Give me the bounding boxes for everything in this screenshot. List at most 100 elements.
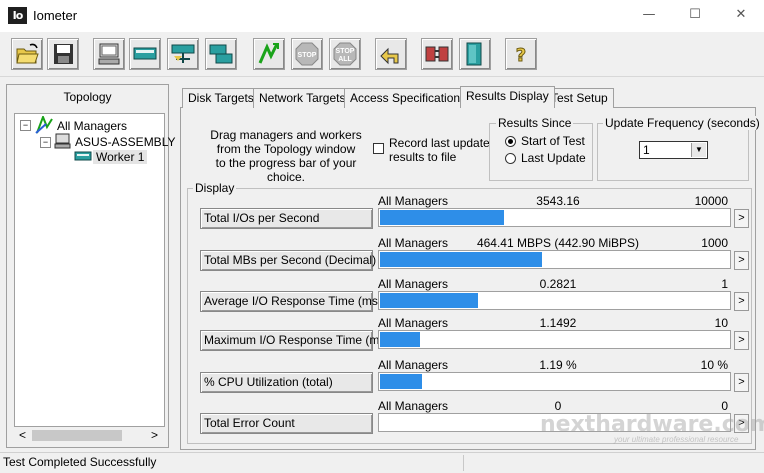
metric-expand-button[interactable]: > <box>734 292 749 311</box>
metric-source-label: All Managers <box>378 316 449 330</box>
reset-workers-icon <box>380 47 399 65</box>
results-since-title: Results Since <box>496 116 574 130</box>
computer-icon <box>54 133 71 149</box>
chevron-down-icon[interactable]: ▼ <box>691 143 706 157</box>
topology-title: Topology <box>63 90 112 104</box>
metric-selector-button[interactable]: Total MBs per Second (Decimal) <box>200 250 376 271</box>
metric-progress-fill <box>380 374 422 389</box>
metric-selector-button[interactable]: Maximum I/O Response Time (ms) <box>200 330 389 351</box>
last-update-radio[interactable] <box>505 153 516 164</box>
record-results-label: Record last update results to file <box>389 136 490 164</box>
tab-access-specifications[interactable]: Access Specifications <box>344 88 473 108</box>
about-button[interactable]: ? <box>505 38 537 70</box>
tree-item-all-managers[interactable]: All Managers <box>57 119 127 133</box>
scroll-left-arrow[interactable]: < <box>19 428 26 442</box>
metric-progress-fill <box>380 293 479 308</box>
update-frequency-select[interactable]: 1 ▼ <box>639 141 708 159</box>
tab-test-setup[interactable]: Test Setup <box>545 88 614 108</box>
metric-progress-bar <box>378 330 731 349</box>
stop-button[interactable]: STOP <box>291 38 323 70</box>
instruction-line: Drag managers and workers <box>210 128 362 142</box>
tab-disk-targets[interactable]: Disk Targets <box>182 88 260 108</box>
metric-max: 1000 <box>701 236 728 250</box>
metric-value: 3543.16 <box>536 194 580 208</box>
network-worker-button[interactable] <box>167 38 199 70</box>
disconnect-button[interactable] <box>421 38 453 70</box>
instruction-line: from the Topology window <box>216 142 356 156</box>
scroll-right-arrow[interactable]: > <box>151 428 158 442</box>
stop-all-label-1: STOP <box>336 48 355 55</box>
open-button[interactable] <box>11 38 43 70</box>
metric-max: 1 <box>721 277 728 291</box>
metric-max: 10 % <box>700 358 728 372</box>
exit-button[interactable] <box>459 38 491 70</box>
start-icon <box>258 43 279 64</box>
tree-item-worker[interactable]: Worker 1 <box>93 150 148 164</box>
save-icon <box>54 44 73 64</box>
reset-workers-button[interactable] <box>375 38 407 70</box>
metric-progress-fill <box>380 332 421 347</box>
network-worker-icon <box>171 44 195 63</box>
metric-value: 1.19 % <box>539 358 577 372</box>
scrollbar-thumb[interactable] <box>32 430 122 441</box>
metric-selector-button[interactable]: Average I/O Response Time (ms) <box>200 291 382 312</box>
metric-max: 10 <box>714 316 728 330</box>
metric-selector-button[interactable]: % CPU Utilization (total) <box>200 372 373 393</box>
metric-selector-button[interactable]: Total I/Os per Second <box>200 208 373 229</box>
metric-source-label: All Managers <box>378 358 449 372</box>
question-icon: ? <box>515 45 526 67</box>
metric-selector-button[interactable]: Total Error Count <box>200 413 373 434</box>
metric-progress-bar <box>378 372 731 391</box>
start-of-test-radio[interactable] <box>505 136 516 147</box>
start-of-test-label: Start of Test <box>521 134 585 148</box>
tree-collapse-manager[interactable]: − <box>40 137 51 148</box>
close-button[interactable]: ✕ <box>718 0 764 30</box>
metric-value: 0 <box>554 399 562 413</box>
save-button[interactable] <box>47 38 79 70</box>
metric-max: 0 <box>721 399 728 413</box>
open-icon <box>16 43 39 64</box>
worker-icon <box>74 151 92 161</box>
status-text: Test Completed Successfully <box>3 455 157 469</box>
metric-source-label: All Managers <box>378 236 449 250</box>
svg-text:?: ? <box>516 45 526 66</box>
managers-icon <box>35 116 53 134</box>
tree-collapse-managers[interactable]: − <box>20 120 31 131</box>
watermark: nexthardware.com <box>540 412 764 437</box>
disconnect-icon <box>425 46 449 62</box>
metric-expand-button[interactable]: > <box>734 251 749 270</box>
maximize-button[interactable]: ☐ <box>672 0 718 30</box>
tab-results-display[interactable]: Results Display <box>460 86 555 108</box>
start-button[interactable] <box>253 38 285 70</box>
metric-progress-fill <box>380 210 504 225</box>
tab-network-targets[interactable]: Network Targets <box>253 88 352 108</box>
metric-source-label: All Managers <box>378 194 449 208</box>
metric-max: 10000 <box>694 194 728 208</box>
metric-progress-bar <box>378 250 731 269</box>
duplicate-worker-button[interactable] <box>205 38 237 70</box>
metric-expand-button[interactable]: > <box>734 209 749 228</box>
stop-all-button[interactable]: STOP ALL <box>329 38 361 70</box>
instruction-line: to the progress bar of your choice. <box>215 156 357 184</box>
new-worker-button[interactable] <box>129 38 161 70</box>
record-results-checkbox[interactable] <box>373 143 384 154</box>
display-button[interactable] <box>93 38 125 70</box>
metric-source-label: All Managers <box>378 277 449 291</box>
drag-instructions: Drag managers and workers from the Topol… <box>196 128 376 184</box>
metric-expand-button[interactable]: > <box>734 373 749 392</box>
metric-progress-bar <box>378 208 731 227</box>
watermark-subtitle: your ultimate professional resource <box>614 435 739 444</box>
update-frequency-title: Update Frequency (seconds) <box>603 116 762 130</box>
stop-icon: STOP <box>295 42 319 66</box>
window-title: Iometer <box>33 8 78 23</box>
metric-expand-button[interactable]: > <box>734 331 749 350</box>
minimize-button[interactable]: — <box>626 0 672 30</box>
metric-value: 464.41 MBPS (442.90 MiBPS) <box>476 236 640 250</box>
stop-all-icon: STOPALL <box>333 42 357 66</box>
tree-item-manager[interactable]: ASUS-ASSEMBLY <box>75 135 175 149</box>
new-worker-icon <box>133 47 157 60</box>
status-divider <box>463 455 464 471</box>
metric-value: 0.2821 <box>539 277 577 291</box>
update-frequency-value: 1 <box>643 143 650 157</box>
metric-progress-fill <box>380 252 542 267</box>
